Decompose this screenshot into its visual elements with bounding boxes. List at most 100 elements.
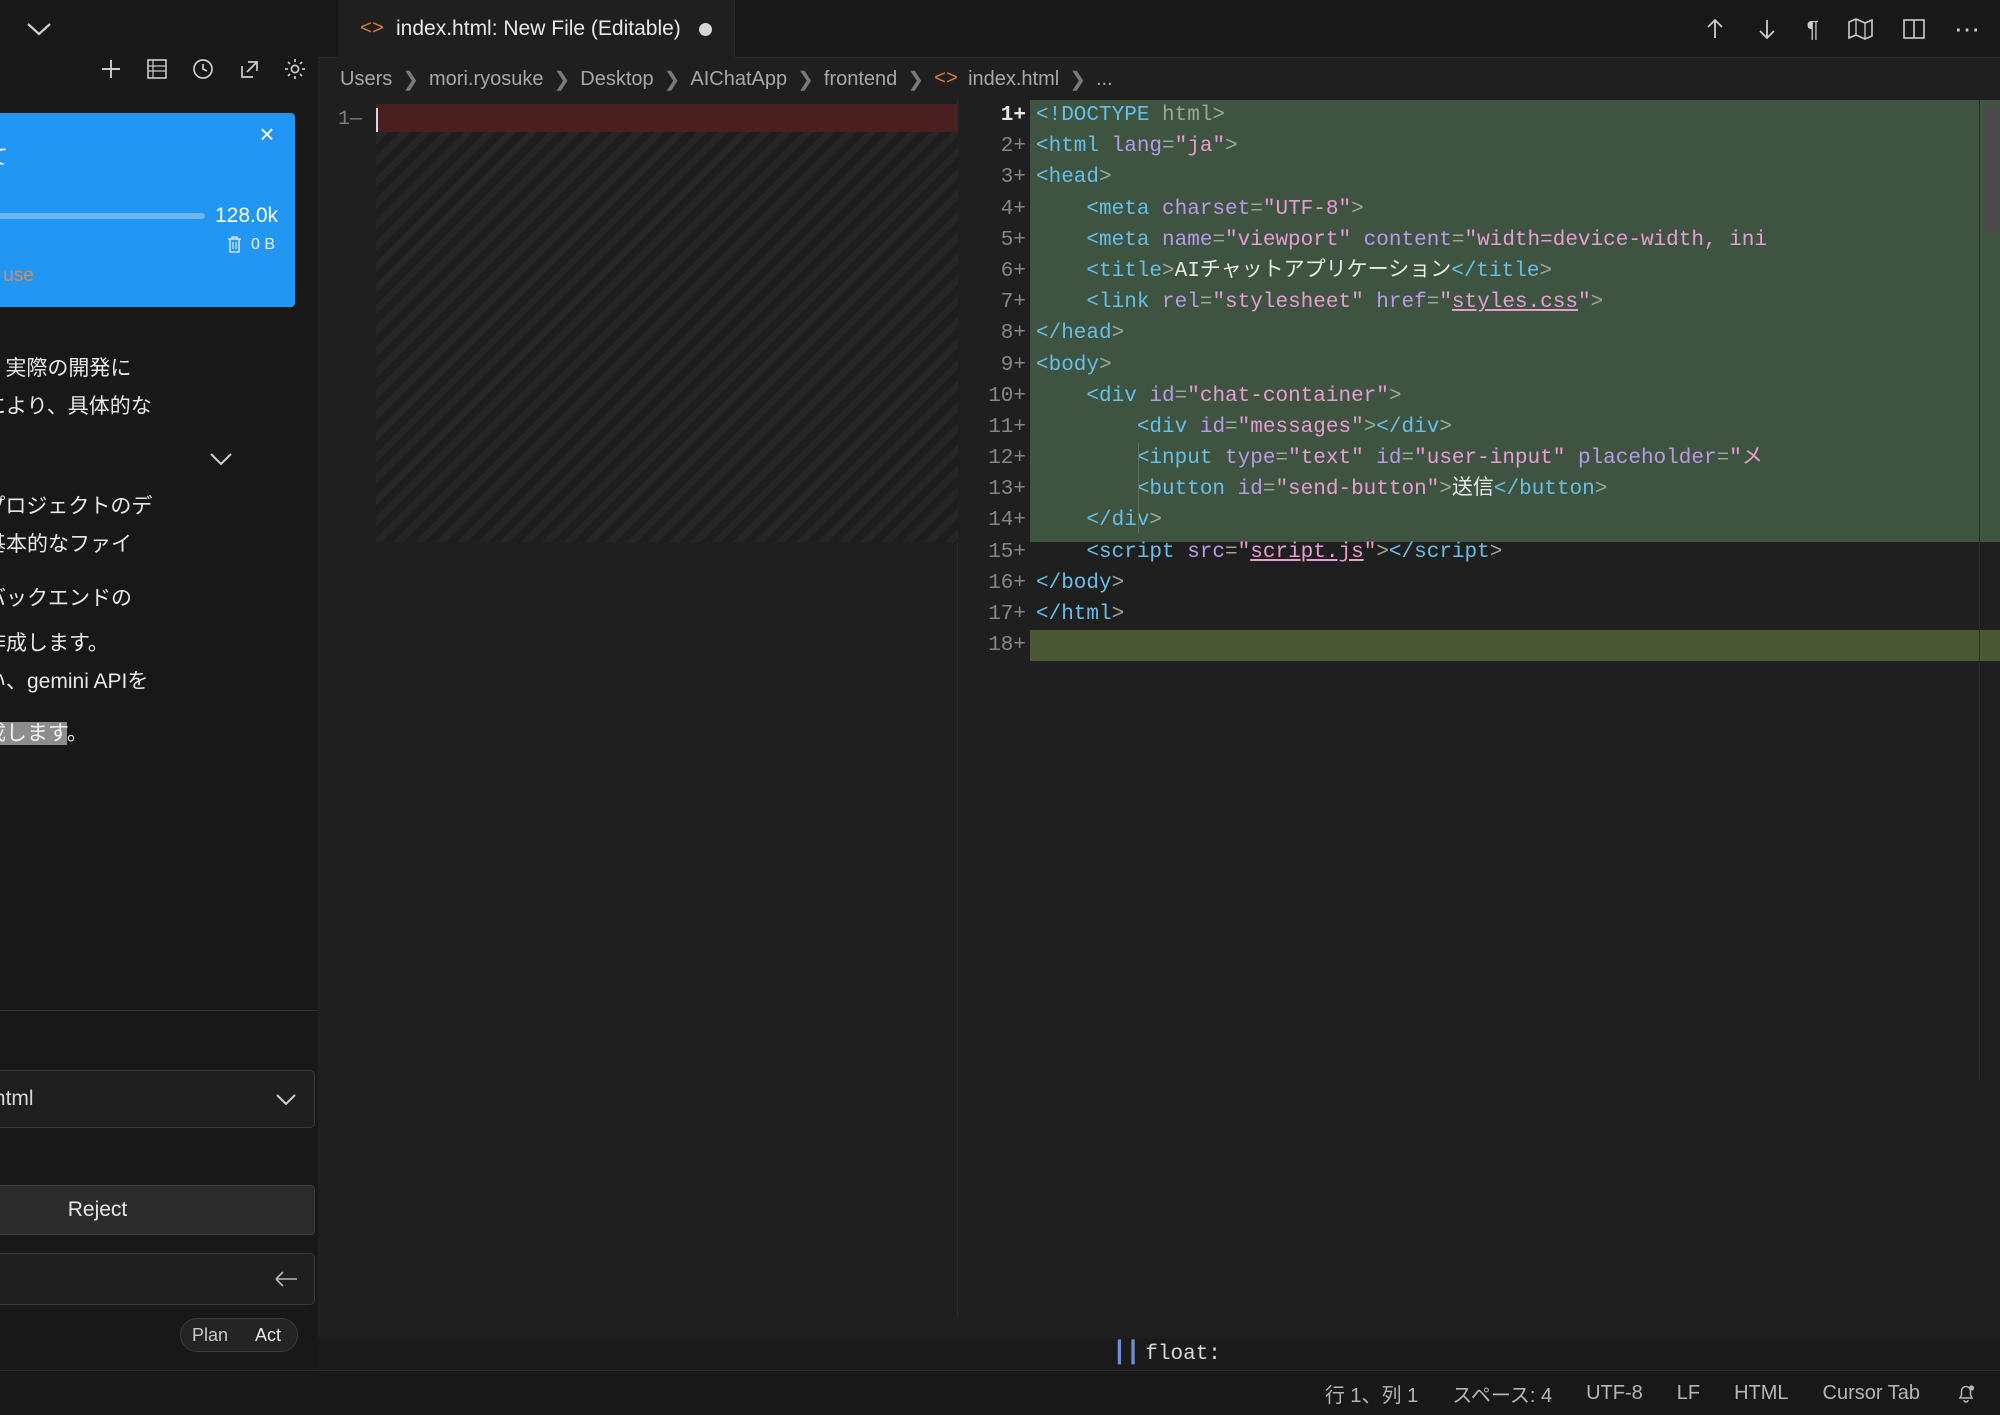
split-editor-icon[interactable] <box>1902 17 1926 41</box>
code-token: > <box>1439 478 1452 502</box>
code-line: <title>AIチャットアプリケーション</title> <box>1030 256 2000 287</box>
history-list-button[interactable] <box>144 56 170 82</box>
code-token: "UTF-8" <box>1262 197 1352 221</box>
code-token: > <box>1149 509 1163 533</box>
move-up-icon[interactable] <box>1703 16 1727 42</box>
move-down-icon[interactable] <box>1755 16 1779 42</box>
code-token: = <box>1212 228 1226 252</box>
modified-scrollbar[interactable] <box>1984 104 1998 234</box>
status-cursor-position[interactable]: 行 1、列 1 <box>1325 1379 1418 1408</box>
chevron-down-icon[interactable] <box>22 16 56 42</box>
code-line: <head> <box>1030 162 2000 193</box>
code-token: </script <box>1388 540 1490 564</box>
highlighted-text: ァイルを作成します <box>0 722 67 745</box>
code-token: rel <box>1149 291 1200 315</box>
code-token: "send-button" <box>1275 478 1440 502</box>
status-language-mode[interactable]: HTML <box>1734 1382 1788 1405</box>
code-token: </div <box>1376 415 1440 439</box>
breadcrumb-item-3[interactable]: AIChatApp <box>690 68 787 91</box>
code-line: <button id="send-button">送信</button> <box>1030 474 2000 505</box>
breadcrumb-item-0[interactable]: Users <box>340 68 392 91</box>
code-line: <meta charset="UTF-8"> <box>1030 194 2000 225</box>
code-token: id <box>1363 447 1402 471</box>
status-bar: 行 1、列 1 スペース: 4 UTF-8 LF HTML Cursor Tab <box>0 1370 2000 1415</box>
file-path-value: end/index.html <box>0 1087 34 1110</box>
deleted-region-block <box>376 104 976 132</box>
code-line: </head> <box>1030 318 2000 349</box>
code-token: = <box>1451 228 1465 252</box>
reject-button[interactable]: Reject <box>0 1185 315 1235</box>
paragraph-mark-icon[interactable]: ¶ <box>1807 16 1819 43</box>
history-clock-button[interactable] <box>190 56 216 82</box>
code-token: id <box>1187 415 1226 439</box>
file-path-dropdown[interactable]: end/index.html <box>0 1070 315 1128</box>
code-line-number: 11+ <box>988 415 1026 439</box>
code-token: > <box>1162 259 1175 283</box>
breadcrumb-item-6[interactable]: ... <box>1096 68 1113 91</box>
breadcrumb-item-2[interactable]: Desktop <box>580 68 653 91</box>
act-mode-button[interactable]: Act <box>239 1325 297 1346</box>
trash-icon[interactable] <box>226 235 243 254</box>
context-usage-row: 128.0k <box>0 201 295 231</box>
code-token: id <box>1136 384 1175 408</box>
code-token: = <box>1199 291 1213 315</box>
code-token: type <box>1212 447 1276 471</box>
empty-hatched-region <box>376 132 976 542</box>
status-encoding[interactable]: UTF-8 <box>1586 1382 1643 1405</box>
code-token: <link <box>1036 291 1150 315</box>
code-token: > <box>1489 540 1503 564</box>
plan-act-toggle[interactable]: Plan Act <box>180 1318 298 1352</box>
code-content[interactable]: <!DOCTYPE html> <html lang="ja"> <head> <m… <box>1030 100 2000 662</box>
open-external-button[interactable] <box>236 56 262 82</box>
code-token: "ja" <box>1174 135 1226 159</box>
chevron-down-icon <box>274 1091 298 1107</box>
code-lines: <!DOCTYPE html> <html lang="ja"> <head> <m… <box>1030 100 2000 662</box>
code-line: <div id="messages"></div> <box>1030 412 2000 443</box>
code-line-number: 7+ <box>1000 291 1026 315</box>
gear-icon[interactable] <box>282 56 308 82</box>
diff-original-pane[interactable]: 1— <box>318 100 1037 1317</box>
status-indentation[interactable]: スペース: 4 <box>1452 1379 1552 1408</box>
map-icon[interactable] <box>1847 17 1874 41</box>
text-cursor <box>376 108 378 134</box>
more-actions-icon[interactable]: ⋯ <box>1954 16 1980 42</box>
terminal-peek-strip[interactable]: ▎▎float: <box>318 1338 2000 1370</box>
code-token: > <box>1539 259 1553 283</box>
code-line-number: 3+ <box>1000 166 1026 190</box>
code-token: <div <box>1036 384 1137 408</box>
breadcrumb-item-1[interactable]: mori.ryosuke <box>429 68 543 91</box>
message-collapse-chevron-icon[interactable] <box>208 450 234 468</box>
code-token: <meta <box>1036 197 1150 221</box>
editor-tabbar: <> index.html: New File (Editable) ¶ ⋯ <box>318 0 2000 58</box>
code-line: </html> <box>1030 599 2000 630</box>
code-token: id <box>1225 478 1263 502</box>
code-token: " <box>1439 291 1452 315</box>
modified-line-gutter: 1+ 2+ 3+ 4+ 5+ 6+ 7+ 8+ 9+ 10+ 11+ 12+ 13+ 14+ 15+ 16+ 1… <box>958 100 1030 1317</box>
code-token: > <box>1111 603 1125 626</box>
code-line: <link rel="stylesheet" href="styles.css"… <box>1030 287 2000 318</box>
code-line: <input type="text" id="user-input" place… <box>1030 443 2000 474</box>
workspace-warning-text: workspace to use <box>0 265 34 286</box>
code-token: "messages" <box>1237 415 1364 439</box>
breadcrumb-item-5[interactable]: index.html <box>968 68 1059 91</box>
status-cursor-tab[interactable]: Cursor Tab <box>1823 1382 1920 1405</box>
diff-modified-pane[interactable]: 1+ 2+ 3+ 4+ 5+ 6+ 7+ 8+ 9+ 10+ 11+ 12+ 13+ 14+ 15+ 16+ 1… <box>958 100 2000 1317</box>
breadcrumb-item-4[interactable]: frontend <box>824 68 897 91</box>
context-usage-bar <box>0 213 205 219</box>
status-eol[interactable]: LF <box>1677 1382 1700 1405</box>
send-icon[interactable] <box>274 1268 300 1290</box>
notification-bell-icon[interactable] <box>1954 1381 1978 1405</box>
plan-mode-button[interactable]: Plan <box>181 1325 239 1346</box>
assistant-message-3: トエンドとバックエンドの <box>0 587 132 610</box>
code-line: <!DOCTYPE html> <box>1030 100 2000 131</box>
new-task-button[interactable] <box>98 56 124 82</box>
code-line: </div> <box>1030 505 2000 536</box>
chat-input[interactable] <box>0 1253 315 1305</box>
code-token: " <box>1363 540 1377 564</box>
indent-guide <box>1138 443 1139 533</box>
code-line: <div id="chat-container"> <box>1030 381 2000 412</box>
code-token: > <box>1099 166 1112 190</box>
code-line-number: 2+ <box>1000 135 1026 159</box>
code-token: = <box>1225 415 1238 439</box>
editor-tab-index-html[interactable]: <> index.html: New File (Editable) <box>338 0 735 58</box>
